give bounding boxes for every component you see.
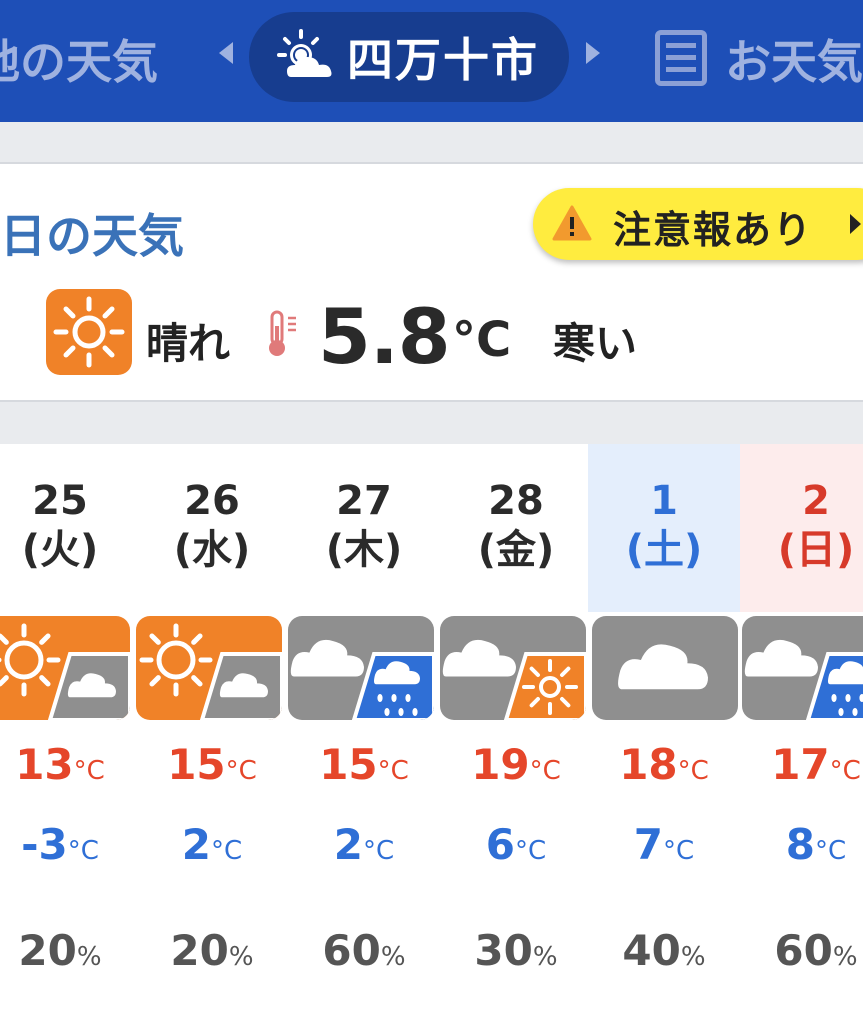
precip-chance: 60% bbox=[322, 926, 406, 975]
alert-button[interactable]: 注意報あり bbox=[533, 188, 863, 260]
city-name: 四万十市 bbox=[347, 33, 539, 87]
date-cell: 2 (日) bbox=[740, 444, 863, 612]
sunny-then-cloudy-icon bbox=[0, 616, 130, 720]
feels-like: 寒い bbox=[553, 319, 638, 368]
high-temp: 18°C bbox=[619, 740, 709, 789]
low-temp: 8°C bbox=[785, 820, 847, 869]
divider-band bbox=[0, 122, 863, 164]
precip-chance: 60% bbox=[774, 926, 858, 975]
high-temp: 15°C bbox=[167, 740, 257, 789]
forecast-day[interactable]: 25 (火) 13°C -3°C 20% bbox=[0, 444, 136, 1024]
city-selector[interactable]: 四万十市 bbox=[249, 12, 569, 102]
low-temp: -3°C bbox=[21, 820, 99, 869]
day-number: 26 bbox=[184, 478, 240, 524]
chevron-right-icon bbox=[850, 214, 861, 234]
warning-icon bbox=[551, 204, 593, 246]
forecast-day[interactable]: 28 (金) 19°C 6°C 30% bbox=[440, 444, 592, 1024]
date-cell: 27 (木) bbox=[288, 444, 440, 612]
high-temp: 13°C bbox=[15, 740, 105, 789]
day-number: 27 bbox=[336, 478, 392, 524]
weekday: (木) bbox=[325, 527, 403, 573]
day-number: 28 bbox=[488, 478, 544, 524]
sunny-then-cloudy-icon bbox=[136, 616, 282, 720]
forecast-day-sunday[interactable]: 2 (日) 17°C 8°C 60% bbox=[740, 444, 863, 1024]
sunny-icon bbox=[46, 289, 132, 375]
temperature-unit: °C bbox=[452, 312, 512, 368]
low-temp: 2°C bbox=[333, 820, 395, 869]
precip-chance: 20% bbox=[170, 926, 254, 975]
cloudy-then-sunny-icon bbox=[440, 616, 586, 720]
date-cell: 26 (水) bbox=[136, 444, 288, 612]
header-bar: 地の天気 四万十市 お天気 bbox=[0, 0, 863, 122]
date-cell: 1 (土) bbox=[588, 444, 740, 612]
current-temperature: 5.8 bbox=[318, 292, 451, 381]
thermometer-icon bbox=[266, 310, 300, 362]
cloudy-then-rain-icon bbox=[288, 616, 434, 720]
today-card: 日の天気 注意報あり 晴れ 5.8 °C 寒い bbox=[0, 164, 863, 400]
news-link[interactable]: お天気 bbox=[725, 26, 863, 92]
prev-arrow-icon[interactable] bbox=[219, 42, 233, 64]
low-temp: 7°C bbox=[633, 820, 695, 869]
weekly-forecast: 25 (火) 13°C -3°C 20% 26 (水) 15°C 2°C 20%… bbox=[0, 444, 863, 1024]
newspaper-icon[interactable] bbox=[655, 30, 707, 86]
precip-chance: 40% bbox=[622, 926, 706, 975]
next-arrow-icon[interactable] bbox=[586, 42, 600, 64]
prev-area-link[interactable]: 地の天気 bbox=[0, 26, 158, 92]
weekday: (金) bbox=[477, 527, 555, 573]
high-temp: 17°C bbox=[771, 740, 861, 789]
day-number: 25 bbox=[32, 478, 88, 524]
day-number: 1 bbox=[650, 478, 678, 524]
weekday: (土) bbox=[625, 527, 703, 573]
cloudy-icon bbox=[592, 616, 738, 720]
low-temp: 6°C bbox=[485, 820, 547, 869]
forecast-day[interactable]: 27 (木) 15°C 2°C 60% bbox=[288, 444, 440, 1024]
date-cell: 25 (火) bbox=[0, 444, 136, 612]
sunny-cloudy-icon bbox=[277, 27, 337, 87]
high-temp: 19°C bbox=[471, 740, 561, 789]
day-number: 2 bbox=[802, 478, 830, 524]
weekday: (日) bbox=[777, 527, 855, 573]
high-temp: 15°C bbox=[319, 740, 409, 789]
precip-chance: 20% bbox=[18, 926, 102, 975]
divider-band bbox=[0, 400, 863, 444]
today-title: 日の天気 bbox=[0, 209, 184, 263]
precip-chance: 30% bbox=[474, 926, 558, 975]
low-temp: 2°C bbox=[181, 820, 243, 869]
forecast-day[interactable]: 26 (水) 15°C 2°C 20% bbox=[136, 444, 288, 1024]
weekday: (水) bbox=[173, 527, 251, 573]
cloudy-then-rain-icon bbox=[742, 616, 863, 720]
date-cell: 28 (金) bbox=[440, 444, 592, 612]
current-weather: 晴れ bbox=[146, 319, 231, 368]
forecast-day-saturday[interactable]: 1 (土) 18°C 7°C 40% bbox=[588, 444, 740, 1024]
weekday: (火) bbox=[21, 527, 99, 573]
alert-label: 注意報あり bbox=[613, 208, 814, 252]
